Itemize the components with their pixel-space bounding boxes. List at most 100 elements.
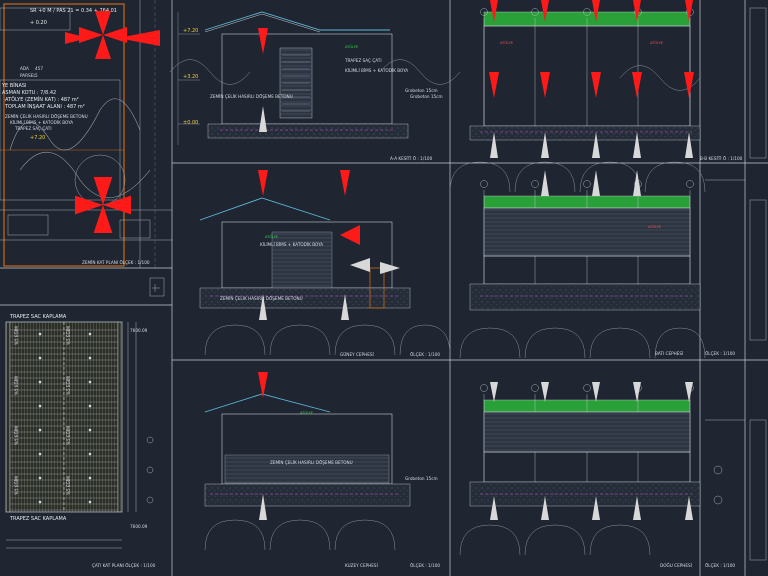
roof-dim-2: 7600.09	[130, 328, 148, 333]
section-a-found-note: Grobeton 15cm	[405, 88, 438, 93]
section-a-a: ATÖLYE TRAPEZ SAÇ ÇATI KİLİMLİ BİMS + KA…	[177, 11, 438, 161]
roof-plan: %5 EĞİM %5 EĞİM %5 EĞİM %5 EĞİM %5 EĞİM %5 EĞ…	[5, 314, 156, 568]
cad-drawing-canvas[interactable]: SR +0 M / PAS 21 = 0.34 + 764.01 + 0.20 …	[0, 0, 768, 576]
svg-text:+7.20: +7.20	[30, 135, 45, 141]
roof-fixing-point	[88, 356, 92, 360]
roof-dim-1: 7600.09	[130, 524, 148, 529]
guney-title: GÜNEY CEPHESİ	[340, 352, 374, 357]
section-a-elev-mid: +3.20	[183, 74, 198, 80]
cati-plan-title: ÇATI KAT PLANI ÖLÇEK : 1/100	[92, 563, 156, 568]
roof-fixing-point	[88, 380, 92, 384]
zemin-plan-title: ZEMİN KAT PLANI ÖLÇEK : 1/100	[82, 260, 150, 265]
roof-fixing-point	[88, 428, 92, 432]
grip-marker-red	[540, 72, 550, 98]
axis-bubble	[480, 180, 488, 188]
section-a-roof-note: TRAPEZ SAÇ ÇATI	[344, 58, 382, 63]
b-kesit-title: B-B KESİTİ Ö : 1/100	[700, 156, 743, 161]
grip-marker-white	[685, 382, 693, 402]
ada-value: 457	[35, 66, 43, 71]
roof-slope-label: %5 EĞİM	[14, 476, 19, 495]
guney-scale: ÖLÇEK : 1/100	[410, 352, 440, 357]
west-elevation: ATÖLYE BATI CEPHESİ ÖLÇEK : 1/100	[469, 180, 735, 356]
grip-marker-white	[592, 170, 600, 196]
section-a-wall-note: KİLİMLİ BİMS + KATODİK BOYA	[345, 68, 408, 73]
coord-text-2: + 0.20	[30, 20, 47, 26]
grip-marker-red	[591, 72, 601, 98]
grip-marker-white	[380, 262, 400, 274]
grip-marker-red	[684, 72, 694, 98]
grip-marker-white	[592, 382, 600, 402]
a-kesit-title: A-A KESİTİ Ö : 1/100	[390, 156, 433, 161]
grip-marker-white	[633, 382, 641, 402]
grip-marker-white	[541, 382, 549, 402]
grip-marker-red	[489, 72, 499, 98]
roof-fixing-point	[88, 500, 92, 504]
grip-marker-red	[258, 372, 268, 398]
roof-fixing-point	[38, 452, 42, 456]
grip-marker-red	[103, 27, 127, 43]
roof-bottom-label: TRAPEZ SAC KAPLAMA	[9, 516, 67, 522]
roof-fixing-point	[38, 428, 42, 432]
grip-marker-white	[259, 106, 267, 132]
bb-atolye-1: ATÖLYE	[500, 40, 514, 45]
roof-fixing-point	[88, 452, 92, 456]
grip-marker-white	[350, 258, 370, 272]
section-a-elev-base: ±0.00	[183, 120, 198, 126]
axis-bubble	[686, 180, 694, 188]
section-a-elev-top: +7.20	[183, 28, 198, 34]
system-note-1: ZEMİN ÇELİK HASIRLI DÖŞEME BETONU	[5, 114, 88, 119]
roof-fixing-point	[38, 332, 42, 336]
south-floor-note: ZEMİN ÇELİK HASIRLI DÖŞEME BETONU	[220, 296, 303, 301]
parsel-label: PARSEL	[20, 73, 36, 78]
dogu-title: DOĞU CEPHESİ	[660, 563, 692, 568]
grip-marker-red	[75, 195, 103, 215]
grip-marker-red	[258, 28, 268, 54]
section-b-b: ATÖLYE ATÖLYE Grobeton 15cm B-B KESİTİ Ö…	[410, 8, 743, 161]
north-elevation: ATÖLYE ZEMİN ÇELİK HASIRLI DÖŞEME BETONU…	[204, 393, 440, 568]
grip-marker-red	[258, 170, 268, 196]
roof-top-label: TRAPEZ SAC KAPLAMA	[9, 314, 67, 320]
total-area: TOPLAM İNŞAAT ALANI : 487 m²	[4, 103, 85, 110]
section-a-atolye: ATÖLYE	[345, 44, 359, 49]
north-found-note: Grobeton 15cm	[405, 476, 438, 481]
south-wall-note: KİLİMLİ BİMS + KATODİK BOYA	[260, 242, 323, 247]
section-a-floor-note: ZEMİN ÇELİK HASIRLI DÖŞEME BETONU	[210, 94, 293, 99]
roof-fixing-point	[88, 476, 92, 480]
axis-bubble	[531, 384, 539, 392]
roof-slope-label: %5 EĞİM	[14, 326, 19, 345]
bb-found-note: Grobeton 15cm	[410, 94, 443, 99]
roof-fixing-point	[38, 476, 42, 480]
roof-fixing-point	[38, 380, 42, 384]
roof-slope-label: %5 EĞİM	[66, 376, 71, 395]
grip-marker-red	[95, 11, 111, 35]
west-atolye: ATÖLYE	[648, 224, 662, 229]
atolye-area: ATÖLYE (ZEMİN KAT) : 487 m²	[5, 96, 79, 103]
grip-marker-red	[95, 35, 111, 59]
roof-slope-label: %5 EĞİM	[14, 426, 19, 445]
grip-marker-red	[340, 225, 360, 245]
roof-fixing-point	[38, 500, 42, 504]
kuzey-title: KUZEY CEPHESİ	[345, 563, 378, 568]
roof-slope-label: %5 EĞİM	[66, 476, 71, 495]
roof-fixing-point	[38, 356, 42, 360]
parsel-value: 5	[35, 73, 38, 78]
bati-scale: ÖLÇEK : 1/100	[705, 351, 735, 356]
north-atolye: ATÖLYE	[300, 410, 314, 415]
bb-atolye-2: ATÖLYE	[650, 40, 664, 45]
right-strip	[705, 7, 767, 561]
system-note-2: KİLİMLİ BİMS + KATODİK BOYA	[10, 120, 73, 125]
axis-bubble	[480, 384, 488, 392]
south-elevation: ATÖLYE KİLİMLİ BİMS + KATODİK BOYA ZEMİN…	[199, 197, 451, 357]
architectural-drawing: SR +0 M / PAS 21 = 0.34 + 764.01 + 0.20 …	[0, 0, 768, 576]
roof-slope-label: %5 EĞİM	[14, 376, 19, 395]
grip-marker-red	[93, 177, 113, 205]
axis-bubble	[583, 180, 591, 188]
grip-marker-white	[490, 382, 498, 402]
grip-marker-red	[632, 72, 642, 98]
bati-title: BATI CEPHESİ	[655, 351, 683, 356]
axis-bubble	[583, 384, 591, 392]
kuzey-scale: ÖLÇEK : 1/100	[410, 563, 440, 568]
ada-label: ADA	[20, 66, 29, 71]
axis-bubble	[531, 180, 539, 188]
roof-slope-label: %5 EĞİM	[66, 326, 71, 345]
